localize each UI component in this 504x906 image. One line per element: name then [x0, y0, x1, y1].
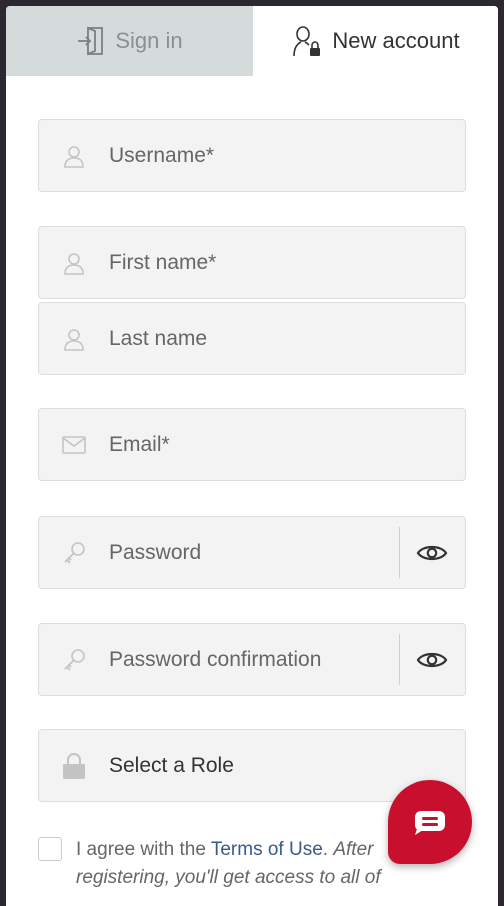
person-icon: [61, 250, 87, 276]
tab-sign-in[interactable]: Sign in: [6, 6, 253, 76]
agree-suffix: .: [322, 839, 334, 860]
password-confirmation-placeholder: Password confirmation: [109, 647, 322, 671]
sign-in-door-icon: [78, 26, 104, 56]
person-icon: [61, 143, 87, 169]
agree-prefix: I agree with the: [76, 839, 211, 860]
email-field[interactable]: Email*: [38, 408, 466, 481]
username-placeholder: Username*: [109, 143, 215, 167]
password-field[interactable]: Password: [38, 516, 466, 589]
password-confirmation-field[interactable]: Password confirmation: [38, 623, 466, 696]
eye-icon: [416, 545, 448, 560]
terms-of-use-link[interactable]: Terms of Use: [211, 839, 323, 860]
role-select-value: Select a Role: [109, 753, 234, 777]
registration-panel: Sign in New account Username* First name…: [6, 6, 498, 906]
key-icon: [61, 540, 87, 566]
first-name-field[interactable]: First name*: [38, 226, 466, 299]
terms-checkbox[interactable]: [38, 837, 62, 861]
person-icon: [61, 326, 87, 352]
eye-icon: [416, 652, 448, 667]
key-icon: [61, 647, 87, 673]
password-placeholder: Password: [109, 540, 202, 564]
envelope-icon: [61, 432, 87, 458]
tab-new-account-label: New account: [332, 28, 460, 53]
chat-icon: [415, 811, 445, 835]
last-name-placeholder: Last name: [109, 326, 208, 350]
toggle-password-confirmation-visibility[interactable]: [399, 624, 465, 695]
email-placeholder: Email*: [109, 432, 170, 456]
chat-button[interactable]: [388, 780, 472, 864]
toggle-password-visibility[interactable]: [399, 517, 465, 588]
username-field[interactable]: Username*: [38, 119, 466, 192]
user-lock-icon: [293, 26, 321, 57]
padlock-icon: [61, 752, 87, 779]
last-name-field[interactable]: Last name: [38, 302, 466, 375]
tab-sign-in-label: Sign in: [115, 28, 183, 53]
auth-tabs: Sign in New account: [6, 6, 498, 76]
tab-new-account[interactable]: New account: [253, 6, 498, 76]
first-name-placeholder: First name*: [109, 250, 217, 274]
